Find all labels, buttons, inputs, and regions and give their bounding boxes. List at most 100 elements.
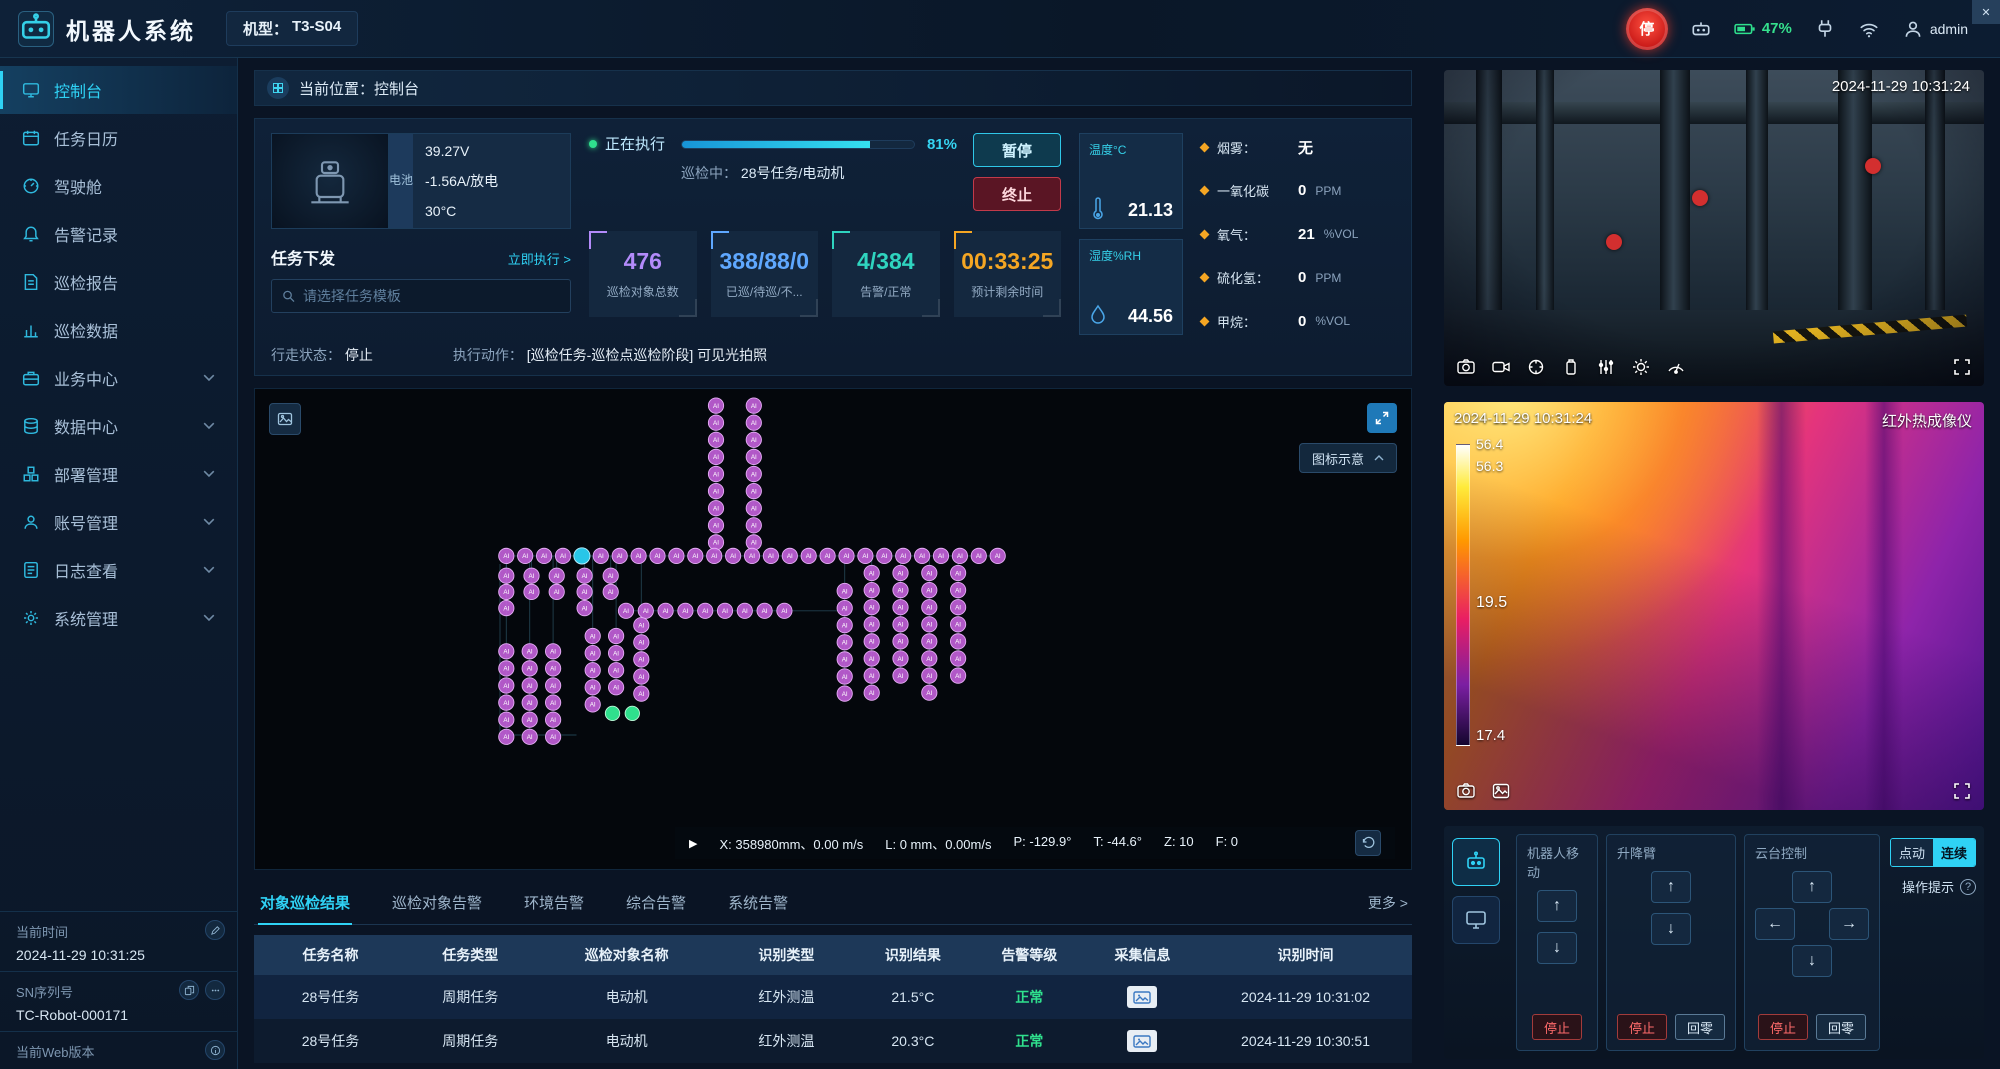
map-layer-button[interactable] — [269, 403, 301, 435]
route-graph[interactable]: AIAIAIAIAIAIAIAIAIAIAIAIAIAIAIAIAIAIAIAI… — [295, 393, 1371, 825]
svg-text:AI: AI — [781, 608, 787, 615]
status-segments: X: 358980mm、0.00 m/sL: 0 mm、0.00m/sP: -1… — [719, 834, 1238, 853]
user-menu[interactable]: admin — [1902, 18, 1968, 40]
battery-percent: 47% — [1762, 20, 1792, 37]
table-cell: 电动机 — [534, 1031, 720, 1051]
column-header-2: 巡检对象名称 — [534, 945, 720, 965]
battery-voltage: 39.27V — [425, 143, 558, 159]
sensor-value: 0 — [1298, 269, 1306, 286]
svg-text:AI: AI — [713, 540, 719, 547]
arm-zero-button[interactable]: 回零 — [1675, 1014, 1725, 1040]
svg-text:AI: AI — [713, 523, 719, 530]
move-stop-button[interactable]: 停止 — [1532, 1014, 1582, 1040]
svg-text:AI: AI — [787, 553, 793, 560]
sidebar-item-2[interactable]: 驾驶舱 — [0, 162, 237, 210]
temperature-label: 温度°C — [1089, 141, 1173, 158]
robot-status-icon[interactable] — [1690, 18, 1712, 40]
task-template-input[interactable] — [303, 288, 560, 304]
sidebar-item-9[interactable]: 账号管理 — [0, 498, 237, 546]
snapshot-icon[interactable] — [1456, 357, 1476, 377]
svg-text:AI: AI — [503, 717, 509, 724]
svg-text:AI: AI — [702, 608, 708, 615]
copy-icon[interactable] — [179, 980, 199, 1000]
user-icon — [1902, 18, 1924, 40]
execute-now-link[interactable]: 立即执行 > — [508, 249, 571, 268]
svg-text:AI: AI — [955, 673, 961, 680]
svg-text:AI: AI — [898, 570, 904, 577]
aperture-icon[interactable] — [1526, 357, 1546, 377]
stat-card-0: 476巡检对象总数 — [589, 231, 697, 317]
tab-4[interactable]: 系统告警 — [726, 882, 790, 924]
sidebar-item-6[interactable]: 业务中心 — [0, 354, 237, 402]
help-icon[interactable]: ? — [1960, 879, 1976, 895]
record-icon[interactable] — [1491, 357, 1511, 377]
terminate-button[interactable]: 终止 — [973, 177, 1061, 211]
table-row[interactable]: 28号任务周期任务电动机红外测温20.3°C正常2024-11-29 10:30… — [254, 1019, 1412, 1063]
gas-can-icon[interactable] — [1561, 357, 1581, 377]
emergency-stop-button[interactable]: 停 — [1626, 8, 1668, 50]
tab-3[interactable]: 综合告警 — [624, 882, 688, 924]
map-status-bar: ▶ X: 358980mm、0.00 m/sL: 0 mm、0.00m/sP: … — [675, 827, 1395, 859]
capture-thumbnail[interactable] — [1127, 1030, 1157, 1052]
tab-0[interactable]: 对象巡检结果 — [258, 882, 352, 924]
info-icon[interactable] — [205, 1040, 225, 1060]
legend-toggle[interactable]: 图标示意 — [1299, 443, 1397, 473]
svg-text:AI: AI — [955, 656, 961, 663]
arm-up-button[interactable]: ↑ — [1651, 871, 1691, 903]
more-link[interactable]: 更多 > — [1368, 893, 1408, 913]
camera-fullscreen[interactable] — [1952, 357, 1972, 377]
jog-option[interactable]: 点动 — [1891, 839, 1933, 866]
sidebar-item-1[interactable]: 任务日历 — [0, 114, 237, 162]
sidebar-item-label: 业务中心 — [54, 366, 118, 390]
tab-2[interactable]: 环境告警 — [522, 882, 586, 924]
gimbal-left-button[interactable]: ← — [1755, 908, 1795, 940]
play-icon[interactable]: ▶ — [689, 837, 697, 850]
gimbal-down-button[interactable]: ↓ — [1792, 945, 1832, 977]
sidebar-item-4[interactable]: 巡检报告 — [0, 258, 237, 306]
pause-button[interactable]: 暂停 — [973, 133, 1061, 167]
history-replay-button[interactable] — [1355, 830, 1381, 856]
edit-icon[interactable] — [205, 920, 225, 940]
svg-text:AI: AI — [751, 540, 757, 547]
gimbal-right-button[interactable]: → — [1829, 908, 1869, 940]
tab-1[interactable]: 巡检对象告警 — [390, 882, 484, 924]
move-backward-button[interactable]: ↓ — [1537, 932, 1577, 964]
map-fullscreen-button[interactable] — [1367, 403, 1397, 433]
move-forward-button[interactable]: ↑ — [1537, 890, 1577, 922]
table-row[interactable]: 28号任务周期任务电动机红外测温21.5°C正常2024-11-29 10:31… — [254, 975, 1412, 1019]
sidebar-item-0[interactable]: 控制台 — [0, 66, 237, 114]
task-template-select[interactable] — [271, 279, 571, 313]
sidebar-item-3[interactable]: 告警记录 — [0, 210, 237, 258]
gimbal-stop-button[interactable]: 停止 — [1758, 1014, 1808, 1040]
window-close-button[interactable]: ✕ — [1972, 0, 2000, 24]
sidebar-item-10[interactable]: 日志查看 — [0, 546, 237, 594]
jog-continuous-toggle[interactable]: 点动 连续 — [1890, 838, 1976, 867]
continuous-option[interactable]: 连续 — [1933, 839, 1975, 866]
svg-text:AI: AI — [503, 553, 509, 560]
arm-stop-button[interactable]: 停止 — [1617, 1014, 1667, 1040]
gallery-icon[interactable] — [1491, 781, 1511, 801]
gimbal-zero-button[interactable]: 回零 — [1816, 1014, 1866, 1040]
svg-text:AI: AI — [976, 553, 982, 560]
more-icon[interactable] — [205, 980, 225, 1000]
robot-model-chip: 机型： T3-S04 — [226, 11, 358, 46]
sidebar-item-5[interactable]: 巡检数据 — [0, 306, 237, 354]
thermal-camera-view: 2024-11-29 10:31:24 红外热成像仪 56.4 56.3 19.… — [1444, 402, 1984, 810]
svg-text:AI: AI — [590, 667, 596, 674]
snapshot-icon[interactable] — [1456, 781, 1476, 801]
battery-info-box: 电池 39.27V -1.56A/放电 30°C — [389, 133, 571, 229]
wiper-icon[interactable] — [1666, 357, 1686, 377]
equalizer-icon[interactable] — [1596, 357, 1616, 377]
thermal-fullscreen[interactable] — [1952, 781, 1972, 801]
sidebar-item-11[interactable]: 系统管理 — [0, 594, 237, 642]
arm-down-button[interactable]: ↓ — [1651, 913, 1691, 945]
monitor-mode-button[interactable] — [1452, 896, 1500, 944]
gimbal-up-button[interactable]: ↑ — [1792, 871, 1832, 903]
wifi-icon[interactable] — [1858, 18, 1880, 40]
capture-thumbnail[interactable] — [1127, 986, 1157, 1008]
brightness-icon[interactable] — [1631, 357, 1651, 377]
sidebar-item-8[interactable]: 部署管理 — [0, 450, 237, 498]
sidebar-item-7[interactable]: 数据中心 — [0, 402, 237, 450]
auto-mode-button[interactable] — [1452, 838, 1500, 886]
charger-icon[interactable] — [1814, 18, 1836, 40]
